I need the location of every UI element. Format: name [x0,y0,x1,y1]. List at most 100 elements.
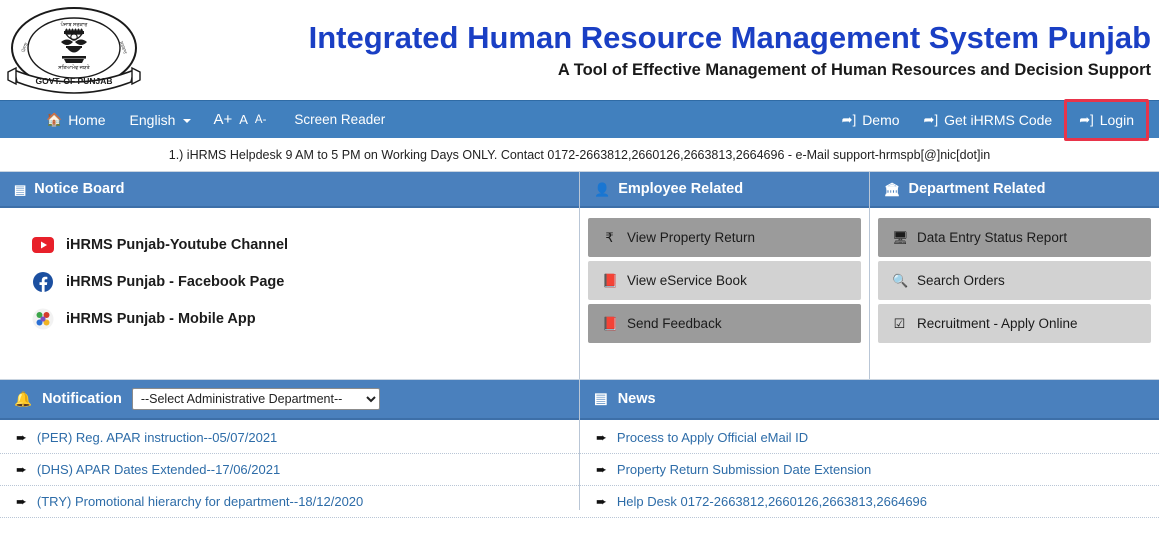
font-size-decrease[interactable]: A- [255,112,267,128]
list-item-label: iHRMS Punjab - Mobile App [66,311,256,327]
svg-text:ਸਤਿਆਮੇਵ ਜਯਤੇ: ਸਤਿਆਮੇਵ ਜਯਤੇ [57,64,90,71]
list-item-youtube[interactable]: iHRMS Punjab-Youtube Channel [32,234,565,256]
department-related-panel: 🏛 Department Related 🖥 Data Entry Status… [870,172,1159,379]
list-item[interactable]: ➨ (PER) Reg. APAR instruction--05/07/202… [0,422,579,454]
list-item-facebook[interactable]: iHRMS Punjab - Facebook Page [32,271,565,293]
view-eservice-book-button[interactable]: 📕 View eService Book [588,261,861,300]
arrow-circle-right-icon: ➨ [16,430,27,445]
notice-board-title: Notice Board [34,181,125,197]
button-label: Send Feedback [627,316,722,331]
recruitment-apply-online-button[interactable]: ☑ Recruitment - Apply Online [878,304,1151,343]
nav-demo-label: Demo [862,111,900,128]
youtube-icon [32,234,54,256]
rupee-icon: ₹ [605,229,614,245]
notification-header: 🔔 Notification --Select Administrative D… [0,380,579,420]
login-button-label: Login [1099,111,1134,128]
news-panel: ▤ News ➨ Process to Apply Official eMail… [580,380,1159,518]
sign-in-icon: ➦] [923,112,939,127]
list-item-label: (TRY) Promotional hierarchy for departme… [36,494,364,509]
nav-language-dropdown[interactable]: English [118,103,204,137]
list-item[interactable]: ➨ (TRY) Promotional hierarchy for depart… [0,486,579,518]
svg-text:ਪੰਜਾਬ ਸਰਕਾਰ: ਪੰਜਾਬ ਸਰਕਾਰ [60,21,89,28]
navbar-right-group: ➦] Demo ➦] Get iHRMS Code ➦] Login [830,98,1159,141]
search-icon: 🔍 [892,272,909,288]
check-square-icon: ☑ [893,315,906,331]
list-item[interactable]: ➨ Help Desk 0172-2663812,2660126,2663813… [580,486,1159,518]
mobile-app-icon [32,308,54,330]
book-icon: 📕 [602,315,619,331]
list-item[interactable]: ➨ Process to Apply Official eMail ID [580,422,1159,454]
list-item-mobile-app[interactable]: iHRMS Punjab - Mobile App [32,308,565,330]
sign-in-icon: ➦] [1079,112,1094,127]
helpdesk-text: 1.) iHRMS Helpdesk 9 AM to 5 PM on Worki… [168,147,991,162]
list-item-label: (PER) Reg. APAR instruction--05/07/2021 [36,430,278,445]
list-item-label: Property Return Submission Date Extensio… [616,462,872,477]
department-related-buttons: 🖥 Data Entry Status Report 🔍 Search Orde… [870,208,1159,343]
chevron-down-icon [183,118,192,123]
government-of-punjab-emblem: ਪੰਜਾਬ ਸਰਕਾਰ ਪੰਜਾਬ ਸਰਕਾਰ ਸਤਿਆਮੇਵ ਜਯਤੇ GOV… [0,2,148,98]
employee-related-buttons: ₹ View Property Return 📕 View eService B… [580,208,869,343]
page-subtitle: A Tool of Effective Management of Human … [557,61,1151,79]
book-icon: 📕 [602,272,619,288]
main-navbar: 🏠 Home English A+ A A- Screen Reader ➦] … [0,98,1159,141]
navbar-left-group: 🏠 Home English A+ A A- Screen Reader [0,103,385,137]
administrative-department-select[interactable]: --Select Administrative Department-- [131,388,380,410]
employee-related-header: 👤 Employee Related [580,172,869,208]
nav-home[interactable]: 🏠 Home [34,103,118,137]
news-list: ➨ Process to Apply Official eMail ID ➨ P… [580,420,1159,518]
page-root: ਪੰਜਾਬ ਸਰਕਾਰ ਪੰਜਾਬ ਸਰਕਾਰ ਸਤਿਆਮੇਵ ਜਯਤੇ GOV… [0,0,1159,550]
masthead-titles: Integrated Human Resource Management Sys… [148,19,1159,81]
bell-icon: 🔔 [14,391,33,408]
masthead: ਪੰਜਾਬ ਸਰਕਾਰ ਪੰਜਾਬ ਸਰਕਾਰ ਸਤਿਆਮੇਵ ਜਯਤੇ GOV… [0,0,1159,100]
arrow-circle-right-icon: ➨ [596,494,607,509]
panels-row-1: ▤ Notice Board iHRMS Punjab-Youtube Chan… [0,171,1159,379]
notification-list: ➨ (PER) Reg. APAR instruction--05/07/202… [0,420,579,518]
button-label: Search Orders [917,273,1005,288]
nav-get-code-label: Get iHRMS Code [944,111,1053,128]
department-related-header: 🏛 Department Related [870,172,1159,208]
font-size-increase[interactable]: A+ [213,111,232,128]
data-entry-status-report-button[interactable]: 🖥 Data Entry Status Report [878,218,1151,257]
svg-text:GOVT. OF PUNJAB: GOVT. OF PUNJAB [36,76,113,86]
nav-home-label: Home [68,111,106,128]
view-property-return-button[interactable]: ₹ View Property Return [588,218,861,257]
home-icon: 🏠 [46,112,63,127]
nav-language-label: English [129,111,176,128]
button-label: View eService Book [627,273,747,288]
news-header: ▤ News [580,380,1159,420]
notice-board-icon: ▤ [14,181,27,197]
monitor-icon: 🖥 [892,229,909,245]
news-icon: ▤ [594,391,608,407]
social-links-list: iHRMS Punjab-Youtube Channel iHRMS Punja… [14,224,565,330]
list-item[interactable]: ➨ Property Return Submission Date Extens… [580,454,1159,486]
sign-in-icon: ➦] [841,112,857,127]
helpdesk-notice: 1.) iHRMS Helpdesk 9 AM to 5 PM on Worki… [0,138,1159,171]
list-item-label: iHRMS Punjab - Facebook Page [66,274,285,290]
button-label: Data Entry Status Report [917,230,1068,245]
login-button[interactable]: ➦] Login [1067,103,1146,137]
notice-board-body: iHRMS Punjab-Youtube Channel iHRMS Punja… [0,208,579,346]
facebook-icon [32,271,54,293]
employee-related-panel: 👤 Employee Related ₹ View Property Retur… [580,172,870,379]
list-item-label: Process to Apply Official eMail ID [616,430,809,445]
nav-screen-reader[interactable]: Screen Reader [272,112,385,127]
nav-demo[interactable]: ➦] Demo [830,103,912,137]
list-item[interactable]: ➨ (DHS) APAR Dates Extended--17/06/2021 [0,454,579,486]
notice-board-panel: ▤ Notice Board iHRMS Punjab-Youtube Chan… [0,172,580,379]
search-orders-button[interactable]: 🔍 Search Orders [878,261,1151,300]
font-size-normal[interactable]: A [239,112,248,128]
notice-board-header: ▤ Notice Board [0,172,579,208]
arrow-circle-right-icon: ➨ [596,430,607,445]
page-title: Integrated Human Resource Management Sys… [308,20,1151,55]
news-title: News [617,391,656,407]
list-item-label: Help Desk 0172-2663812,2660126,2663813,2… [616,494,928,509]
send-feedback-button[interactable]: 📕 Send Feedback [588,304,861,343]
employee-related-title: Employee Related [618,181,744,197]
button-label: View Property Return [627,230,756,245]
nav-get-ihrms-code[interactable]: ➦] Get iHRMS Code [912,103,1065,137]
arrow-circle-right-icon: ➨ [16,494,27,509]
login-button-wrapper: ➦] Login [1064,98,1149,141]
arrow-circle-right-icon: ➨ [16,462,27,477]
user-icon: 👤 [594,181,611,197]
bank-icon: 🏛 [884,181,901,197]
